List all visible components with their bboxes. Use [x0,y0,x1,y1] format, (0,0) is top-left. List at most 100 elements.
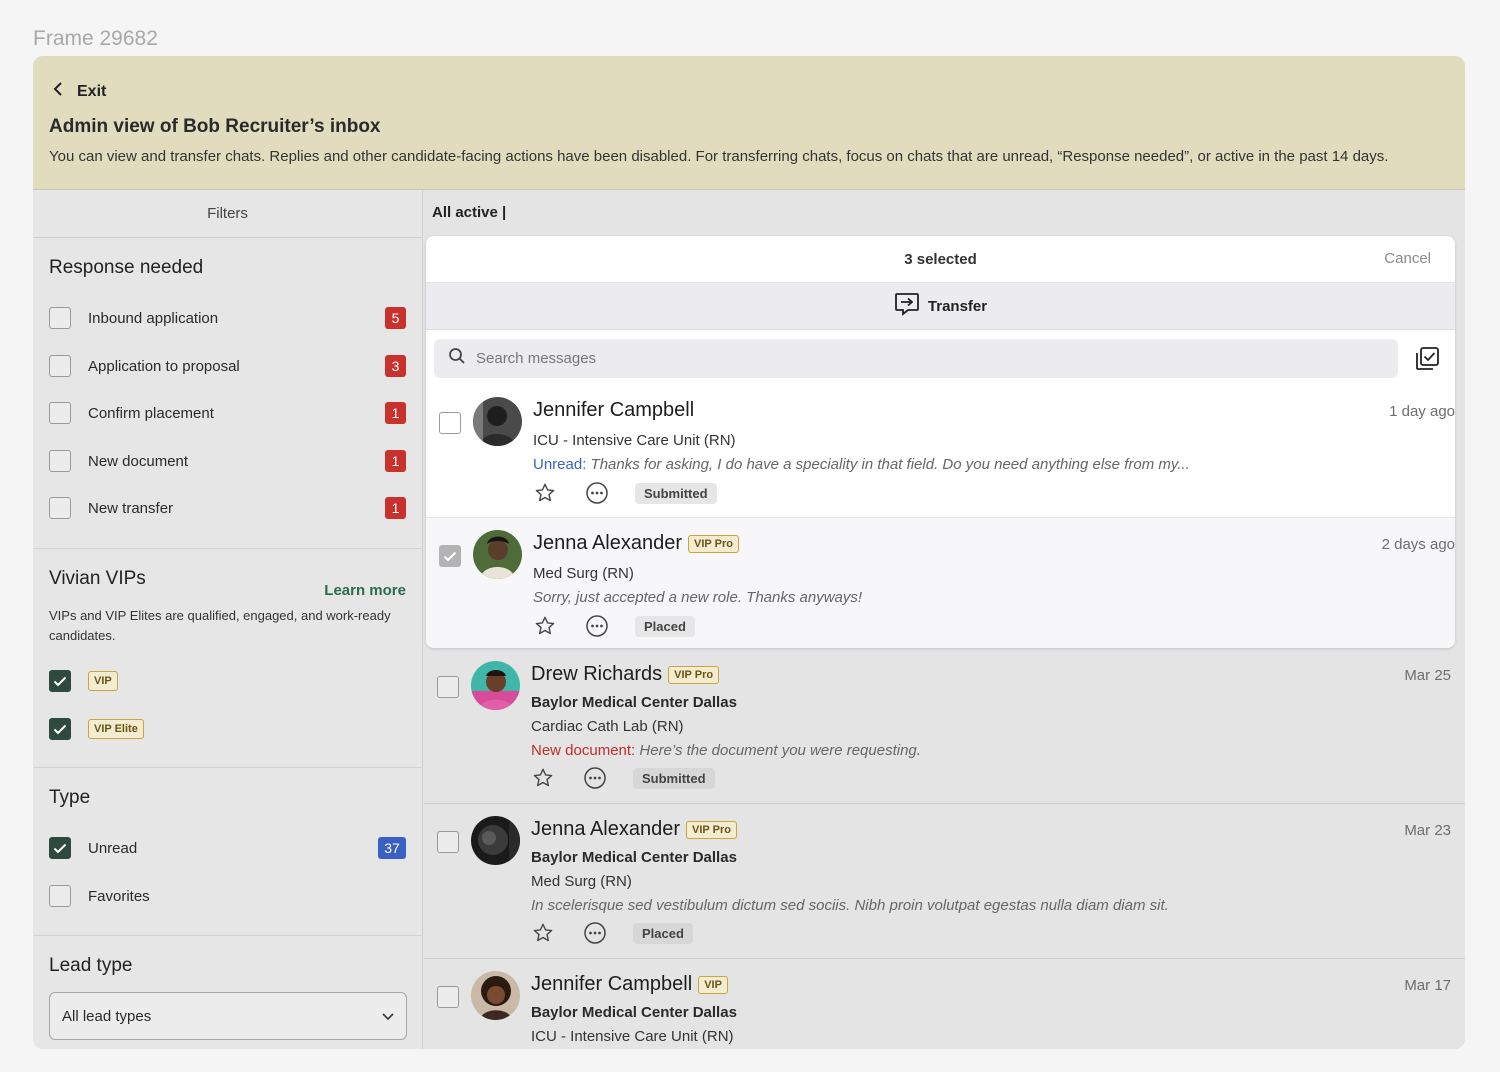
vip-elite-chip: VIP Elite [88,719,144,739]
status-badge: Submitted [633,767,715,789]
avatar [473,397,522,446]
candidate-name: Jennifer Campbell [533,399,695,421]
checkbox-checked[interactable] [49,837,71,859]
count-badge: 1 [385,497,406,519]
filter-inbound-application[interactable]: Inbound application 5 [49,306,406,330]
candidate-role: ICU - Intensive Care Unit (RN) [531,1028,734,1045]
avatar [471,971,520,1020]
filter-label: Favorites [88,887,150,905]
exit-button[interactable]: Exit [53,82,106,101]
checkbox[interactable] [437,831,459,853]
candidate-name: Jennifer Campbell [531,973,693,995]
search-icon [448,347,466,370]
cancel-button[interactable]: Cancel [1384,250,1431,267]
more-options-icon[interactable] [583,766,607,790]
status-badge: Placed [633,922,693,944]
checkbox[interactable] [49,307,71,329]
conversation-date: Mar 25 [1404,667,1451,684]
vip-badge: VIP Pro [686,820,737,839]
conversation-date: Mar 23 [1404,822,1451,839]
star-icon[interactable] [533,481,557,505]
checkbox[interactable] [49,450,71,472]
conversation-item[interactable]: Drew Richards VIP Pro Mar 25 Baylor Medi… [424,649,1465,804]
message-text: Thanks for asking, I do have a specialit… [590,456,1190,473]
banner-description: You can view and transfer chats. Replies… [49,148,1389,165]
filter-new-transfer[interactable]: New transfer 1 [49,496,406,520]
checkbox[interactable] [439,412,461,434]
facility-name: Baylor Medical Center Dallas [531,849,737,866]
search-bar [434,339,1398,378]
checkbox[interactable] [437,676,459,698]
conversation-item[interactable]: Jenna Alexander VIP Pro Mar 23 Baylor Me… [424,804,1465,959]
selection-header: 3 selected Cancel [426,236,1455,283]
learn-more-link[interactable]: Learn more [324,582,406,599]
message-text: Sorry, just accepted a new role. Thanks … [533,589,863,606]
more-options-icon[interactable] [585,614,609,638]
star-icon[interactable] [533,614,557,638]
filters-header: Filters [33,190,422,238]
filter-favorites[interactable]: Favorites [49,884,406,908]
transfer-button[interactable]: Transfer [426,283,1455,330]
lead-type-select[interactable]: All lead types [49,992,407,1040]
message-label: Unread: [533,456,587,473]
checkbox[interactable] [49,355,71,377]
filters-sidebar: Filters Response needed Inbound applicat… [33,190,423,1049]
checkbox[interactable] [49,497,71,519]
vip-description: VIPs and VIP Elites are qualified, engag… [49,608,391,643]
candidate-name-line: Drew Richards VIP Pro [531,663,720,686]
view-label: All active | [432,204,507,221]
chevron-left-icon [53,82,63,101]
bulk-select-icon[interactable] [1414,346,1440,377]
candidate-name: Jenna Alexander [533,532,683,554]
filter-label: Inbound application [88,309,219,327]
message-text: Here’s the document you were requesting. [639,742,921,759]
candidate-name-line: Jenna Alexander VIP Pro [531,818,737,841]
filter-label: Application to proposal [88,357,240,375]
checkbox-checked[interactable] [49,718,71,740]
candidate-name-line: Jenna Alexander VIP Pro [533,532,739,555]
checkbox[interactable] [437,986,459,1008]
conversation-date: Mar 17 [1404,977,1451,994]
admin-inbox-frame: Exit Admin view of Bob Recruiter’s inbox… [33,56,1465,1049]
filter-label: Confirm placement [88,404,214,422]
check-icon [53,843,67,853]
status-badge: Submitted [635,482,717,504]
star-icon[interactable] [531,766,555,790]
conversation-item[interactable]: Jennifer Campbell VIP Mar 17 Baylor Medi… [424,959,1465,1049]
facility-name: Baylor Medical Center Dallas [531,1004,737,1021]
candidate-role: Cardiac Cath Lab (RN) [531,718,684,735]
checkbox[interactable] [49,402,71,424]
vip-badge: VIP Pro [668,665,720,684]
filter-confirm-placement[interactable]: Confirm placement 1 [49,401,406,425]
conversation-actions: Placed [531,921,693,945]
more-options-icon[interactable] [583,921,607,945]
check-icon [443,551,457,561]
transfer-icon [894,292,920,320]
filter-vip-elite[interactable]: VIP Elite [49,717,406,741]
conversation-item-selected[interactable]: Jenna Alexander VIP Pro 2 days ago Med S… [426,517,1455,648]
conversation-date: 2 days ago [1381,536,1455,553]
transfer-label: Transfer [927,297,988,315]
search-input[interactable] [476,350,1376,367]
filter-unread[interactable]: Unread 37 [49,836,406,860]
more-options-icon[interactable] [585,481,609,505]
filter-new-document[interactable]: New document 1 [49,449,406,473]
vip-badge: VIP Pro [688,534,739,553]
chevron-down-icon [382,1008,394,1025]
status-badge: Placed [635,615,695,637]
checkbox-checked[interactable] [439,545,461,567]
type-section: Type Unread 37 Favorites [33,768,422,936]
count-badge: 37 [378,837,406,859]
banner-title: Admin view of Bob Recruiter’s inbox [49,116,381,137]
message-preview: In scelerisque sed vestibulum dictum sed… [531,897,1169,914]
conversation-actions: Submitted [531,766,715,790]
exit-label: Exit [77,82,107,100]
star-icon[interactable] [531,921,555,945]
checkbox-checked[interactable] [49,670,71,692]
filter-vip[interactable]: VIP [49,669,406,693]
filter-application-to-proposal[interactable]: Application to proposal 3 [49,354,406,378]
message-preview: Sorry, just accepted a new role. Thanks … [533,589,862,606]
checkbox[interactable] [49,885,71,907]
avatar [473,530,522,579]
section-title: Type [49,787,91,808]
